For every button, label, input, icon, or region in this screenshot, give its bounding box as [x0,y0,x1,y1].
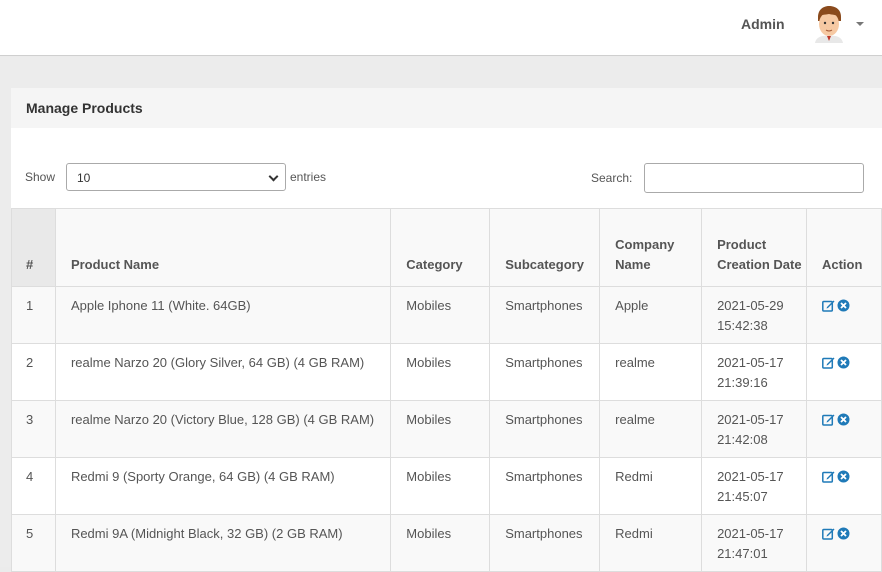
creation-date: 2021-05-17 [717,355,784,370]
company-cell: Apple [599,286,703,344]
company-cell: realme [599,400,703,458]
subcategory-cell: Smartphones [489,457,601,515]
column-header-action: Action [805,208,882,287]
category-cell: Mobiles [390,514,491,572]
subcategory-cell: Smartphones [489,514,601,572]
category-cell: Mobiles [390,286,491,344]
category-cell: Mobiles [390,400,491,458]
avatar-icon[interactable] [812,5,846,43]
category-cell: Mobiles [390,343,491,401]
caret-down-icon[interactable] [856,22,864,26]
creation-date-cell: 2021-05-17 21:42:08 [701,400,807,458]
creation-date: 2021-05-17 [717,412,784,427]
edit-icon[interactable] [822,470,835,483]
edit-icon[interactable] [822,413,835,426]
table-row: 4 Redmi 9 (Sporty Orange, 64 GB) (4 GB RA… [11,457,882,515]
column-header-product-name[interactable]: Product Name [54,208,392,287]
search-label: Search: [591,171,633,185]
creation-date-cell: 2021-05-17 21:45:07 [701,457,807,515]
subcategory-cell: Smartphones [489,286,601,344]
creation-time: 15:42:38 [717,318,768,333]
delete-icon[interactable] [837,527,850,540]
column-header-creation-date[interactable]: Product Creation Date [701,208,807,287]
edit-icon[interactable] [822,299,835,312]
delete-icon[interactable] [837,299,850,312]
category-cell: Mobiles [390,457,491,515]
action-cell [805,514,882,572]
row-number: 3 [11,400,56,458]
creation-time: 21:47:01 [717,546,768,561]
row-number: 4 [11,457,56,515]
search-input[interactable] [644,163,864,193]
action-cell [805,400,882,458]
action-cell [805,286,882,344]
row-number: 1 [11,286,56,344]
action-cell [805,457,882,515]
subcategory-cell: Smartphones [489,343,601,401]
action-cell [805,343,882,401]
column-header-category[interactable]: Category [390,208,491,287]
creation-date: 2021-05-17 [717,526,784,541]
creation-date-cell: 2021-05-29 15:42:38 [701,286,807,344]
user-name[interactable]: Admin [741,16,785,32]
creation-date: 2021-05-17 [717,469,784,484]
creation-date-cell: 2021-05-17 21:47:01 [701,514,807,572]
product-name-cell: Apple Iphone 11 (White. 64GB) [54,286,392,344]
entries-select-value: 10 [77,171,91,185]
product-name-cell: realme Narzo 20 (Victory Blue, 128 GB) (… [54,400,392,458]
entries-select[interactable]: 10 [66,163,286,191]
company-cell: realme [599,343,703,401]
product-name-cell: realme Narzo 20 (Glory Silver, 64 GB) (4… [54,343,392,401]
table-row: 2 realme Narzo 20 (Glory Silver, 64 GB) (… [11,343,882,401]
creation-date-cell: 2021-05-17 21:39:16 [701,343,807,401]
delete-icon[interactable] [837,470,850,483]
creation-time: 21:42:08 [717,432,768,447]
product-name-cell: Redmi 9 (Sporty Orange, 64 GB) (4 GB RAM… [54,457,392,515]
entries-label: entries [290,170,327,184]
top-navbar: Admin [0,0,882,56]
creation-time: 21:45:07 [717,489,768,504]
delete-icon[interactable] [837,356,850,369]
edit-icon[interactable] [822,527,835,540]
company-cell: Redmi [599,457,703,515]
panel-title: Manage Products [11,88,882,128]
row-number: 2 [11,343,56,401]
column-header-company-name[interactable]: Company Name [599,208,703,287]
creation-date: 2021-05-29 [717,298,784,313]
subcategory-cell: Smartphones [489,400,601,458]
product-name-cell: Redmi 9A (Midnight Black, 32 GB) (2 GB R… [54,514,392,572]
table-row: 5 Redmi 9A (Midnight Black, 32 GB) (2 GB … [11,514,882,572]
column-header-subcategory[interactable]: Subcategory [489,208,601,287]
show-label: Show [25,170,56,184]
table-header-row: # Product Name Category Subcategory Comp… [11,208,882,287]
row-number: 5 [11,514,56,572]
delete-icon[interactable] [837,413,850,426]
column-header-number[interactable]: # [11,208,56,287]
chevron-down-icon [268,171,279,182]
creation-time: 21:39:16 [717,375,768,390]
company-cell: Redmi [599,514,703,572]
manage-products-panel: Manage Products Show 10 entries Search: … [11,88,882,572]
table-row: 1 Apple Iphone 11 (White. 64GB) Mobiles Sma… [11,286,882,344]
table-row: 3 realme Narzo 20 (Victory Blue, 128 GB) … [11,400,882,458]
edit-icon[interactable] [822,356,835,369]
products-table: # Product Name Category Subcategory Comp… [11,208,882,572]
